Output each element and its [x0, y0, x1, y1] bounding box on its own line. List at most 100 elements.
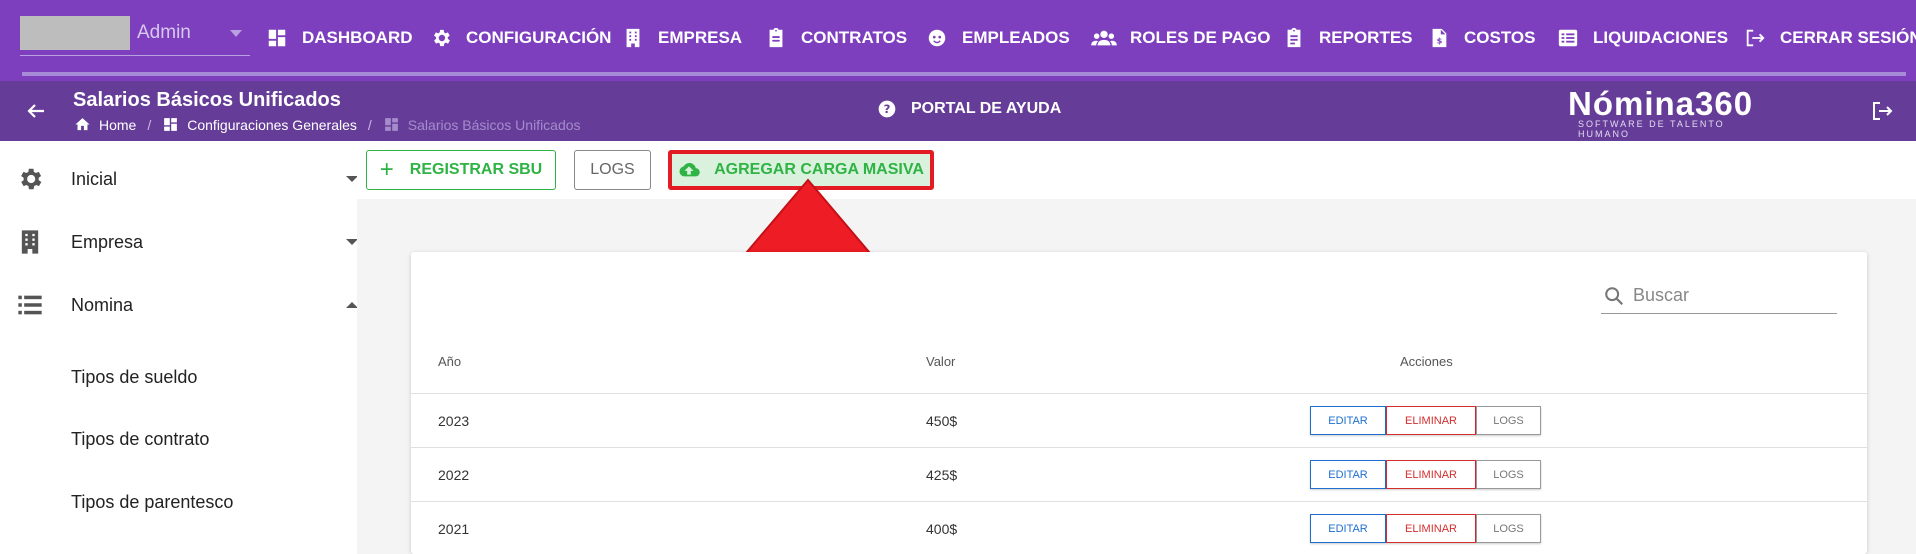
edit-button[interactable]: EDITAR — [1310, 514, 1386, 543]
edit-button[interactable]: EDITAR — [1310, 460, 1386, 489]
sidebar: Inicial Empresa Nomina Tipos de sueldo T… — [0, 141, 358, 554]
gear-icon — [430, 27, 456, 49]
breadcrumb: Home / Configuraciones Generales / Salar… — [74, 116, 581, 133]
sidebar-item-nomina[interactable]: Nomina — [0, 285, 358, 325]
nav-liquidaciones[interactable]: LIQUIDACIONES — [1557, 25, 1728, 51]
table-row: 2022 425$ EDITAR ELIMINAR LOGS — [411, 448, 1867, 502]
nav-costos-label: COSTOS — [1464, 28, 1536, 47]
invoice-icon: $ — [1428, 27, 1454, 49]
sidebar-item-label: Inicial — [71, 168, 118, 189]
help-icon: ? — [878, 100, 896, 118]
back-arrow-icon[interactable] — [24, 99, 48, 123]
breadcrumb-current-label: Salarios Básicos Unificados — [407, 116, 581, 133]
nav-cerrar-sesion-label: CERRAR SESIÓN — [1780, 28, 1916, 47]
edit-button[interactable]: EDITAR — [1310, 406, 1386, 435]
delete-button[interactable]: ELIMINAR — [1386, 514, 1476, 543]
nav-dashboard-label: DASHBOARD — [302, 28, 413, 47]
dashboard-icon — [384, 118, 398, 131]
users-icon — [1090, 27, 1120, 49]
search-input[interactable] — [1633, 285, 1833, 306]
column-header-anio[interactable]: Año — [438, 354, 461, 369]
sidebar-subitem-tipos-contrato[interactable]: Tipos de contrato — [71, 429, 209, 450]
chevron-down-icon — [230, 30, 242, 37]
bulk-upload-label: AGREGAR CARGA MASIVA — [714, 161, 924, 178]
avatar — [20, 16, 130, 50]
nav-cerrar-sesion[interactable]: CERRAR SESIÓN — [1744, 25, 1916, 51]
svg-text:?: ? — [884, 102, 891, 116]
plus-icon: + — [379, 156, 394, 183]
column-header-valor[interactable]: Valor — [926, 354, 955, 369]
face-icon — [926, 27, 952, 49]
nav-configuracion-label: CONFIGURACIÓN — [466, 28, 612, 47]
cloud-upload-icon — [679, 162, 700, 177]
sidebar-item-empresa[interactable]: Empresa — [0, 222, 358, 262]
nav-empleados-label: EMPLEADOS — [962, 28, 1070, 47]
top-navigation: Admin DASHBOARD CONFIGURACIÓN EMPRESA CO… — [0, 0, 1916, 81]
dashboard-icon — [164, 118, 178, 131]
sidebar-item-label: Empresa — [71, 231, 144, 252]
logo: Nómina360 SOFTWARE DE TALENTO HUMANO — [1568, 85, 1778, 139]
logout-icon[interactable] — [1870, 99, 1894, 123]
list-icon — [1557, 27, 1583, 49]
nav-empleados[interactable]: EMPLEADOS — [926, 25, 1070, 51]
sidebar-item-inicial[interactable]: Inicial — [0, 159, 358, 199]
nav-dashboard[interactable]: DASHBOARD — [266, 25, 413, 51]
nav-contratos[interactable]: CONTRATOS — [765, 25, 907, 51]
sidebar-item-label: Nomina — [71, 294, 134, 315]
register-sbu-label: REGISTRAR SBU — [409, 161, 543, 178]
help-portal-link[interactable]: ? PORTAL DE AYUDA — [877, 99, 1061, 119]
breadcrumb-home[interactable]: Home — [74, 116, 136, 133]
nav-empresa[interactable]: EMPRESA — [622, 25, 742, 51]
nav-empresa-label: EMPRESA — [658, 28, 743, 47]
nav-reportes-label: REPORTES — [1319, 28, 1413, 47]
row-logs-button[interactable]: LOGS — [1476, 514, 1541, 543]
nav-roles-label: ROLES DE PAGO — [1130, 28, 1271, 47]
sidebar-subitem-tipos-sueldo[interactable]: Tipos de sueldo — [71, 367, 197, 388]
list-icon — [16, 291, 44, 319]
help-portal-label: PORTAL DE AYUDA — [911, 100, 1062, 117]
gear-icon — [16, 165, 44, 193]
cell-year: 2023 — [438, 413, 470, 429]
logout-icon — [1744, 27, 1770, 49]
dashboard-icon — [266, 27, 292, 49]
sidebar-subitem-tipos-parentesco[interactable]: Tipos de parentesco — [71, 492, 233, 513]
nav-divider — [22, 72, 1906, 76]
search-icon — [1605, 286, 1624, 305]
row-logs-button[interactable]: LOGS — [1476, 460, 1541, 489]
row-logs-button[interactable]: LOGS — [1476, 406, 1541, 435]
user-name: Admin — [137, 22, 191, 43]
building-icon — [16, 228, 44, 256]
cell-year: 2022 — [438, 467, 470, 483]
user-selector[interactable]: Admin — [20, 16, 250, 56]
nav-configuracion[interactable]: CONFIGURACIÓN — [430, 25, 611, 51]
nav-liquidaciones-label: LIQUIDACIONES — [1593, 28, 1729, 47]
cell-value: 450$ — [926, 413, 958, 429]
page-title: Salarios Básicos Unificados — [73, 89, 341, 111]
column-header-acciones: Acciones — [1400, 354, 1453, 369]
cell-value: 400$ — [926, 521, 958, 537]
breadcrumb-separator: / — [367, 116, 372, 133]
cell-year: 2021 — [438, 521, 470, 537]
clipboard-list-icon — [1283, 27, 1309, 49]
row-actions: EDITAR ELIMINAR LOGS — [1310, 514, 1541, 543]
delete-button[interactable]: ELIMINAR — [1386, 460, 1476, 489]
register-sbu-button[interactable]: + REGISTRAR SBU — [366, 150, 556, 190]
clipboard-icon — [765, 27, 791, 49]
nav-roles-de-pago[interactable]: ROLES DE PAGO — [1090, 25, 1270, 51]
toolbar: + REGISTRAR SBU LOGS AGREGAR CARGA MASIV… — [357, 141, 1916, 199]
row-actions: EDITAR ELIMINAR LOGS — [1310, 406, 1541, 435]
nav-contratos-label: CONTRATOS — [801, 28, 908, 47]
nav-reportes[interactable]: REPORTES — [1283, 25, 1413, 51]
page-header: Salarios Básicos Unificados Home / Confi… — [0, 81, 1916, 141]
search-field[interactable] — [1601, 278, 1837, 314]
breadcrumb-config-label: Configuraciones Generales — [187, 116, 357, 133]
logs-button[interactable]: LOGS — [574, 150, 651, 190]
delete-button[interactable]: ELIMINAR — [1386, 406, 1476, 435]
row-actions: EDITAR ELIMINAR LOGS — [1310, 460, 1541, 489]
home-icon — [75, 118, 90, 131]
breadcrumb-config[interactable]: Configuraciones Generales — [162, 116, 357, 133]
svg-text:$: $ — [1437, 36, 1443, 46]
data-table-card: Año Valor Acciones 2023 450$ EDITAR ELIM… — [411, 252, 1867, 554]
nav-costos[interactable]: $ COSTOS — [1428, 25, 1535, 51]
table-row: 2023 450$ EDITAR ELIMINAR LOGS — [411, 394, 1867, 448]
